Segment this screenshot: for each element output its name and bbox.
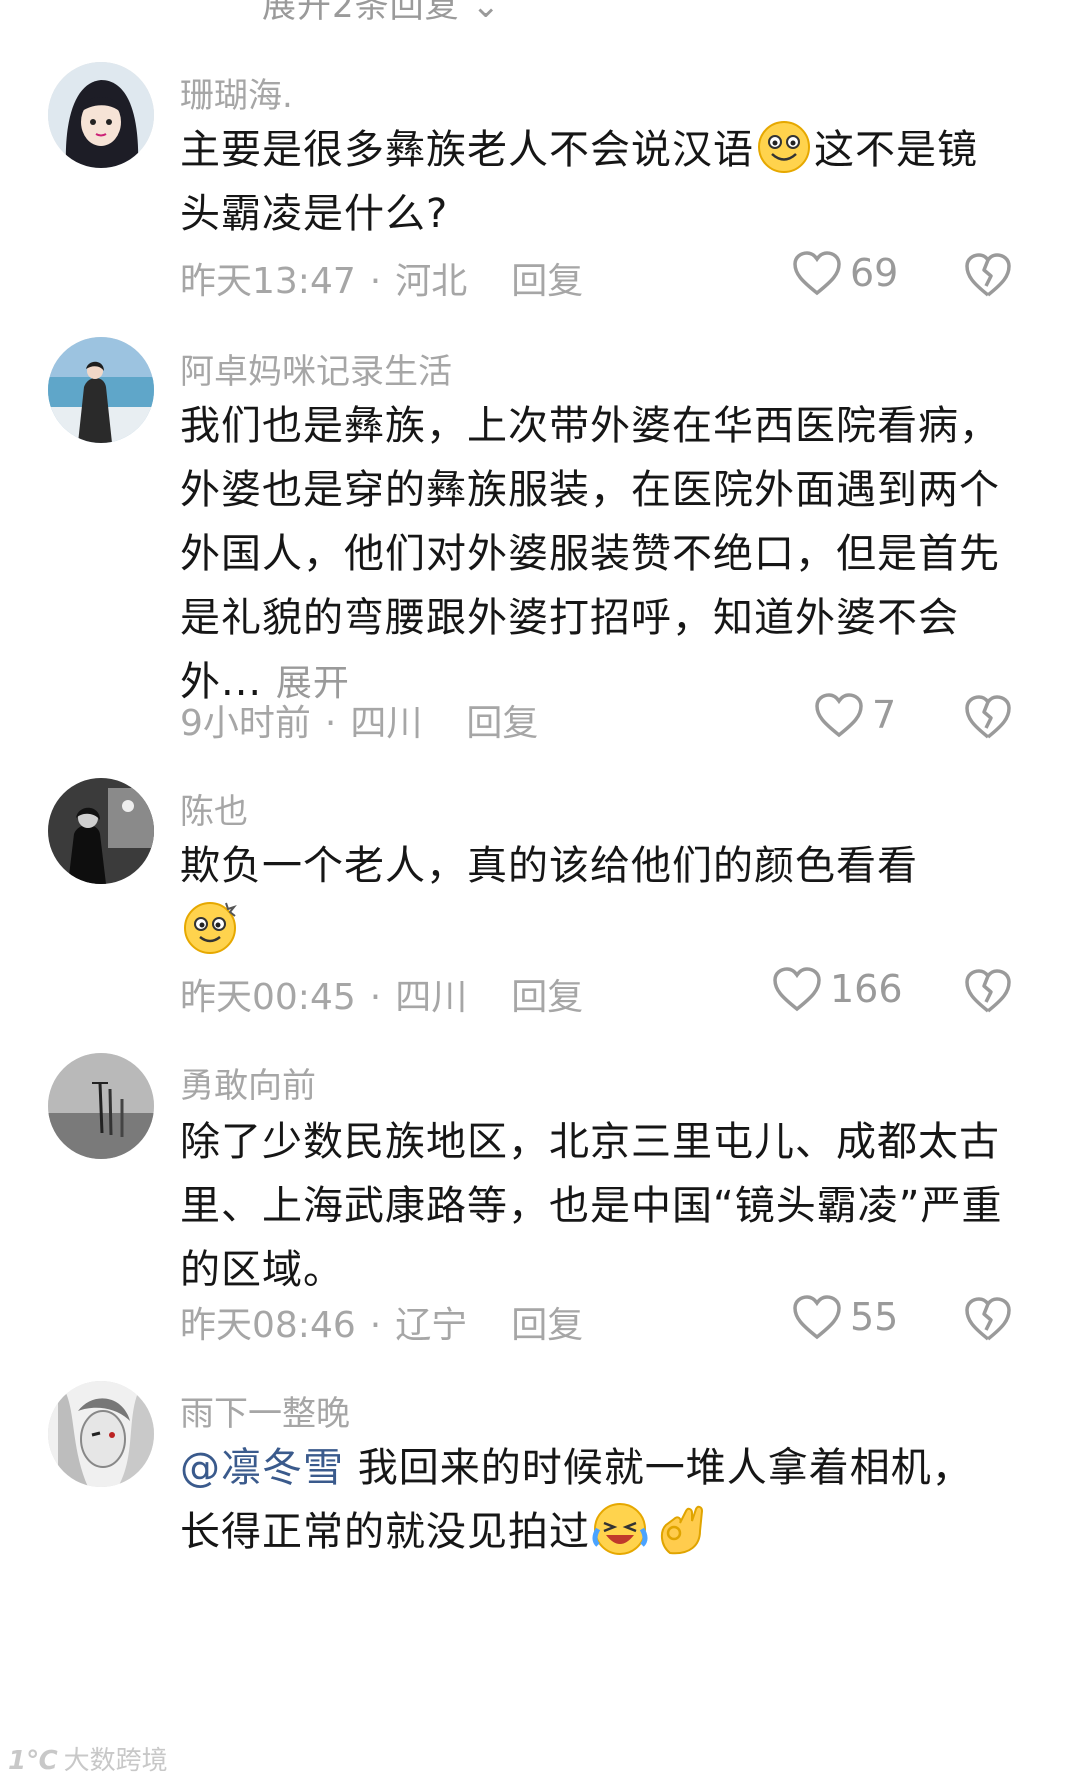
location: 四川 (395, 977, 468, 1018)
watermark-logo: 1℃ (8, 1746, 58, 1773)
timestamp: 昨天13:47 (180, 261, 356, 302)
comment-text: 欺负一个老人，真的该给他们的颜色看看 (180, 834, 1010, 962)
broken-heart-icon (965, 969, 1011, 1013)
reply-button[interactable]: 回复 (511, 1305, 583, 1346)
like-count: 55 (850, 1295, 899, 1339)
broken-heart-icon (965, 695, 1011, 739)
reply-button[interactable]: 回复 (511, 261, 583, 302)
comment-meta: 昨天08:46 · 辽宁 回复 (180, 1305, 584, 1346)
like-button[interactable]: 55 (792, 1294, 898, 1340)
username[interactable]: 勇敢向前 (180, 1058, 316, 1107)
comment-text: 除了少数民族地区，北京三里屯儿、成都太古里、上海武康路等，也是中国“镜头霸凌”严… (180, 1119, 1003, 1293)
expand-replies-link[interactable]: 展开2条回复 ⌄ (262, 0, 501, 27)
avatar[interactable] (48, 1053, 154, 1159)
like-count: 7 (872, 693, 897, 737)
dizzy-emoji-icon (182, 899, 238, 955)
avatar[interactable] (48, 1381, 154, 1487)
avatar[interactable] (48, 62, 154, 168)
laugh-cry-emoji-icon (592, 1501, 648, 1557)
username[interactable]: 陈也 (180, 784, 248, 833)
location: 辽宁 (395, 1305, 468, 1346)
comment-text: 我们也是彝族，上次带外婆在华西医院看病，外婆也是穿的彝族服装，在医院外面遇到两个… (180, 403, 1000, 705)
reply-button[interactable]: 回复 (511, 977, 583, 1018)
comment-list-screen: 展开2条回复 ⌄ 珊瑚海. 主要是很多彝族老人不会说汉语 这不是镜头霸凌是什么? … (0, 0, 1080, 1773)
broken-heart-icon (965, 253, 1011, 297)
comment-meta: 昨天13:47 · 河北 回复 (180, 261, 584, 302)
heart-outline-icon (793, 251, 841, 296)
smile-emoji-icon (756, 119, 812, 175)
location: 四川 (350, 703, 423, 744)
heart-outline-icon (773, 967, 821, 1012)
comment-meta: 9小时前 · 四川 回复 (180, 703, 539, 744)
timestamp: 昨天08:46 (180, 1305, 356, 1346)
mention-link[interactable]: @凛冬雪 (180, 1445, 344, 1491)
like-count: 166 (830, 967, 903, 1011)
avatar[interactable] (48, 337, 154, 443)
location: 河北 (395, 261, 468, 302)
username[interactable]: 阿卓妈咪记录生活 (180, 344, 452, 393)
timestamp: 9小时前 (180, 703, 311, 744)
watermark: 1℃ 大数跨境 (8, 1740, 168, 1773)
avatar[interactable] (48, 778, 154, 884)
like-button[interactable]: 7 (814, 692, 896, 738)
like-count: 69 (850, 251, 899, 295)
heart-outline-icon (793, 1295, 841, 1340)
dislike-button[interactable] (964, 1296, 1012, 1342)
timestamp: 昨天00:45 (180, 977, 356, 1018)
dislike-button[interactable] (964, 252, 1012, 298)
heart-outline-icon (815, 693, 863, 738)
username[interactable]: 雨下一整晚 (180, 1386, 350, 1435)
dislike-button[interactable] (964, 694, 1012, 740)
username[interactable]: 珊瑚海. (180, 68, 293, 117)
like-button[interactable]: 166 (772, 966, 903, 1012)
like-button[interactable]: 69 (792, 250, 898, 296)
comment-meta: 昨天00:45 · 四川 回复 (180, 977, 584, 1018)
reply-button[interactable]: 回复 (466, 703, 538, 744)
comment-text: 主要是很多彝族老人不会说汉语 这不是镜头霸凌是什么? (180, 118, 1010, 246)
ok-hand-emoji-icon (652, 1501, 708, 1557)
dislike-button[interactable] (964, 968, 1012, 1014)
broken-heart-icon (965, 1297, 1011, 1341)
comment-text: @凛冬雪 我回来的时候就一堆人拿着相机，长得正常的就没见拍过 (180, 1445, 973, 1557)
